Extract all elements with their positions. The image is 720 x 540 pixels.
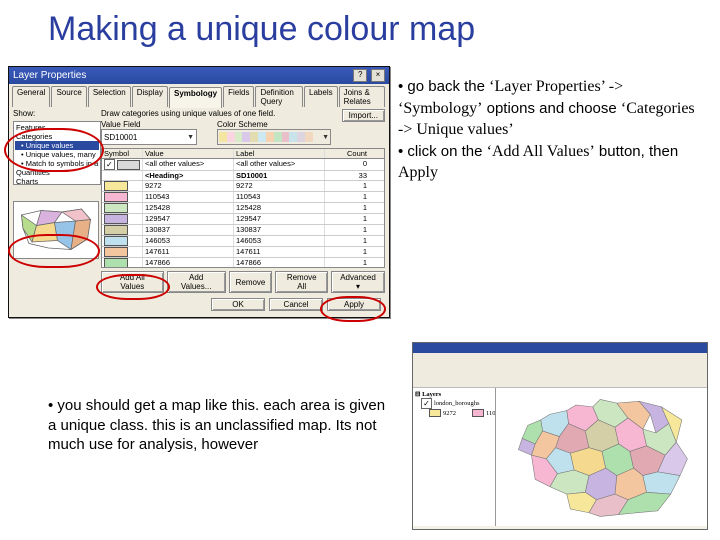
- show-item[interactable]: Quantities: [15, 168, 99, 177]
- show-item[interactable]: Charts: [15, 177, 99, 185]
- table-row[interactable]: 1254281254281: [102, 203, 384, 214]
- tab-general[interactable]: General: [12, 86, 50, 107]
- chevron-down-icon: ▼: [322, 134, 329, 141]
- import-button[interactable]: Import...: [342, 109, 385, 122]
- advanced-button[interactable]: Advanced ▾: [331, 271, 385, 293]
- slide-title: Making a unique colour map: [0, 0, 720, 57]
- table-row[interactable]: 1478661478661: [102, 258, 384, 268]
- tab-symbology[interactable]: Symbology: [169, 87, 222, 108]
- show-list[interactable]: FeaturesCategories• Unique values• Uniqu…: [13, 121, 101, 185]
- panel-header: Draw categories using unique values of o…: [101, 109, 275, 118]
- apply-button[interactable]: Apply: [327, 298, 381, 311]
- remove-all-button[interactable]: Remove All: [275, 271, 328, 293]
- preview-thumbnail: [13, 201, 99, 259]
- table-row[interactable]: 1460531460531: [102, 236, 384, 247]
- table-row[interactable]: 1476111476111: [102, 247, 384, 258]
- list-item[interactable]: 110543: [458, 409, 496, 417]
- arcmap-window: ⊟ Layers ✓ london_boroughs 9272110543125…: [412, 342, 708, 530]
- value-field-label: Value Field: [101, 120, 197, 129]
- col-symbol: Symbol: [102, 149, 143, 158]
- tab-labels[interactable]: Labels: [304, 86, 338, 107]
- color-scheme-label: Color Scheme: [217, 120, 331, 129]
- table-row[interactable]: 1295471295471: [102, 214, 384, 225]
- table-row[interactable]: <Heading>SD1000133: [102, 171, 384, 181]
- tab-display[interactable]: Display: [132, 86, 168, 107]
- show-item[interactable]: • Unique values: [15, 141, 99, 150]
- show-item[interactable]: Categories: [15, 132, 99, 141]
- table-of-contents[interactable]: ⊟ Layers ✓ london_boroughs 9272110543125…: [413, 388, 496, 526]
- col-label: Label: [234, 149, 325, 158]
- ok-button[interactable]: OK: [211, 298, 265, 311]
- list-item[interactable]: 9272: [415, 409, 456, 417]
- values-grid[interactable]: Symbol Value Label Count ✓<all other val…: [101, 148, 385, 268]
- layer-properties-dialog: Layer Properties ? × GeneralSourceSelect…: [8, 66, 390, 318]
- add-values-button[interactable]: Add Values...: [167, 271, 226, 293]
- map-window-toolbar[interactable]: [413, 353, 707, 388]
- tab-source[interactable]: Source: [51, 86, 86, 107]
- map-canvas[interactable]: [496, 388, 707, 526]
- instruction-bullets: • go back the ‘Layer Properties’ -> ‘Sym…: [398, 76, 698, 184]
- col-count: Count: [325, 149, 369, 158]
- color-scheme-dropdown[interactable]: ▼: [217, 129, 331, 145]
- table-row[interactable]: ✓<all other values><all other values>0: [102, 159, 384, 171]
- table-row[interactable]: 1308371308371: [102, 225, 384, 236]
- show-item[interactable]: Features: [15, 123, 99, 132]
- show-label: Show:: [13, 109, 97, 118]
- close-button[interactable]: ×: [371, 69, 385, 82]
- add-all-values-button[interactable]: Add All Values: [101, 271, 164, 293]
- remove-button[interactable]: Remove: [229, 271, 273, 293]
- value-field-dropdown[interactable]: SD10001▼: [101, 129, 197, 145]
- show-item[interactable]: • Match to symbols in a: [15, 159, 99, 168]
- dialog-titlebar: Layer Properties ? ×: [9, 67, 389, 84]
- result-text: • you should get a map like this. each a…: [48, 396, 392, 455]
- chevron-down-icon: ▼: [187, 134, 194, 141]
- tab-definition-query[interactable]: Definition Query: [255, 86, 303, 107]
- table-row[interactable]: 1105431105431: [102, 192, 384, 203]
- table-row[interactable]: 927292721: [102, 181, 384, 192]
- show-item[interactable]: • Unique values, many: [15, 150, 99, 159]
- map-window-titlebar: [413, 343, 707, 353]
- tab-joins-relates[interactable]: Joins & Relates: [339, 86, 385, 107]
- tab-selection[interactable]: Selection: [88, 86, 131, 107]
- tab-fields[interactable]: Fields: [223, 86, 254, 107]
- dialog-title: Layer Properties: [13, 70, 86, 81]
- help-button[interactable]: ?: [353, 69, 367, 82]
- tabstrip: GeneralSourceSelectionDisplaySymbologyFi…: [9, 84, 389, 107]
- col-value: Value: [143, 149, 234, 158]
- cancel-button[interactable]: Cancel: [269, 298, 323, 311]
